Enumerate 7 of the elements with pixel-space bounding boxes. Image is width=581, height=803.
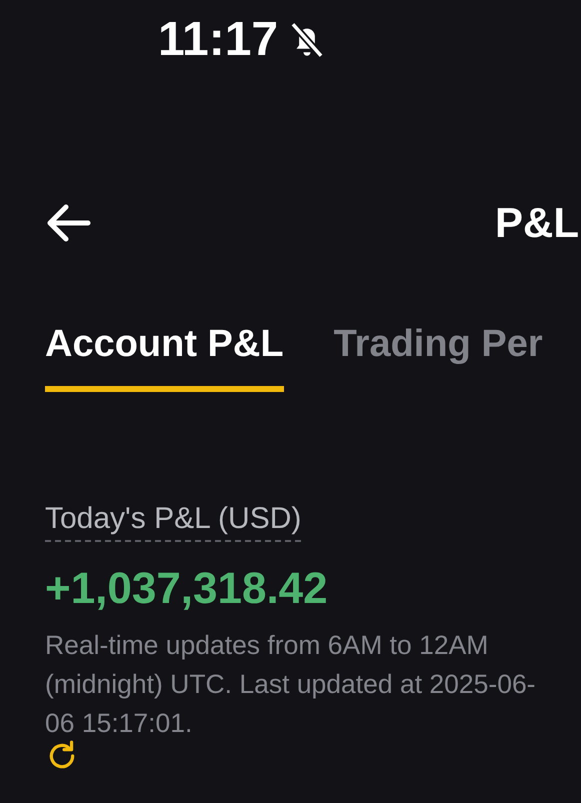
pnl-value: +1,037,318.42 bbox=[45, 564, 329, 614]
page-title: P&L bbox=[495, 199, 579, 247]
update-note: Real-time updates from 6AM to 12AM (midnight) UTC. Last updated at 2025-06-06 15:17:01. bbox=[45, 629, 537, 740]
tab[interactable]: Account P&L bbox=[45, 323, 284, 392]
tab[interactable]: Trading Per bbox=[334, 323, 543, 392]
pnl-label[interactable]: Today's P&L (USD) bbox=[45, 502, 302, 542]
status-time: 11:17 bbox=[158, 12, 278, 68]
